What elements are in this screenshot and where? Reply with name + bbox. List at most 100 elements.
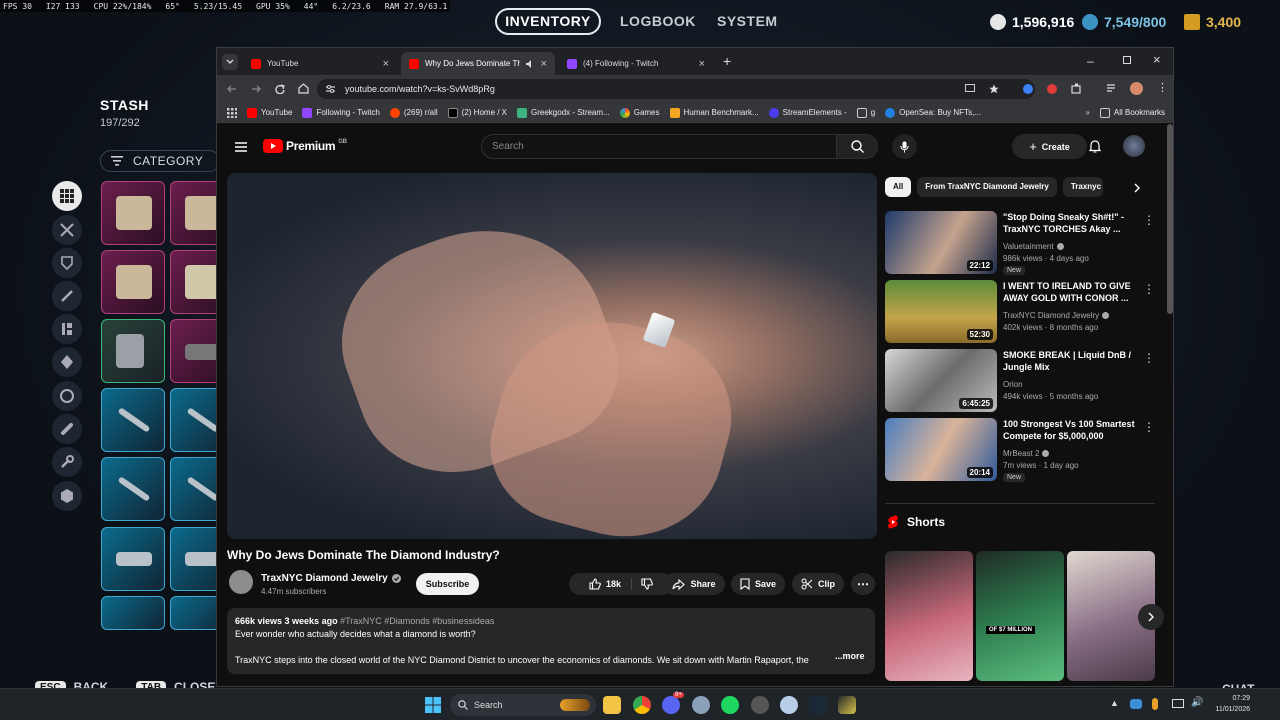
recommendation-item[interactable]: 20:14 100 Strongest Vs 100 Smartest Comp… <box>885 418 1155 482</box>
tray-app-icon[interactable] <box>1130 699 1142 709</box>
close-tab-icon[interactable]: × <box>699 58 705 70</box>
forward-arrow-icon[interactable] <box>251 84 261 94</box>
stash-slot[interactable] <box>101 250 165 314</box>
recommendation-item[interactable]: 22:12 "Stop Doing Sneaky Sh#t!" - TraxNY… <box>885 211 1155 275</box>
stash-slot[interactable] <box>101 527 165 591</box>
microphone-icon[interactable] <box>1152 698 1158 710</box>
app-icon[interactable] <box>751 696 769 714</box>
close-tab-icon[interactable]: × <box>541 58 547 70</box>
rec-menu-icon[interactable]: ⋮ <box>1143 282 1155 296</box>
system-clock[interactable]: 07:29 11/01/2026 <box>1190 693 1250 715</box>
shorts-next-button[interactable] <box>1138 604 1164 630</box>
bookmark-star-icon[interactable] <box>989 84 999 94</box>
home-icon[interactable] <box>298 83 309 94</box>
bookmark-youtube[interactable]: YouTube <box>247 107 292 118</box>
short-thumbnail[interactable]: OF $7 MILLION <box>976 551 1064 681</box>
bookmark-x[interactable]: (2) Home / X <box>447 107 507 118</box>
tab-search-button[interactable] <box>222 54 238 70</box>
subscribe-button[interactable]: Subscribe <box>416 573 479 595</box>
stash-slot[interactable] <box>101 181 165 245</box>
bookmark-greekgodx[interactable]: Greekgodx - Stream... <box>517 107 610 118</box>
desc-more-link[interactable]: ...more <box>835 651 865 661</box>
short-thumbnail[interactable] <box>885 551 973 681</box>
file-explorer-icon[interactable] <box>603 696 621 714</box>
steam-icon[interactable] <box>809 696 827 714</box>
site-info-icon[interactable] <box>326 85 335 93</box>
taskbar-search[interactable]: Search <box>450 694 596 716</box>
new-tab-icon[interactable]: + <box>723 53 731 69</box>
chevron-right-icon[interactable] <box>1134 183 1141 193</box>
bookmark-opensea[interactable]: OpenSea: Buy NFTs,... <box>885 107 981 118</box>
bookmark-reddit[interactable]: (269) r/all <box>389 107 438 118</box>
stash-slot[interactable] <box>101 596 165 630</box>
category-ammo-icon[interactable] <box>52 314 82 344</box>
search-button[interactable] <box>837 134 878 159</box>
chip-from-channel[interactable]: From TraxNYC Diamond Jewelry <box>917 177 1057 197</box>
page-scrollbar[interactable] <box>1167 124 1173 314</box>
back-arrow-icon[interactable] <box>227 84 237 94</box>
desc-tags[interactable]: #TraxNYC #Diamonds #businessideas <box>340 616 494 626</box>
hamburger-menu-icon[interactable] <box>235 142 247 152</box>
recommendation-item[interactable]: 6:45:25 SMOKE BREAK | Liquid DnB / Jungl… <box>885 349 1155 413</box>
extension-record-icon[interactable] <box>1047 84 1057 94</box>
category-attachments-icon[interactable] <box>52 381 82 411</box>
maximize-icon[interactable] <box>1123 56 1131 64</box>
extensions-puzzle-icon[interactable] <box>1071 83 1082 94</box>
category-medical-icon[interactable] <box>52 414 82 444</box>
category-tools-icon[interactable] <box>52 215 82 245</box>
speaker-icon[interactable] <box>526 59 535 68</box>
category-materials-icon[interactable] <box>52 481 82 511</box>
clip-button[interactable]: Clip <box>792 573 844 595</box>
youtube-logo[interactable]: Premium GB <box>263 139 347 153</box>
stash-slot[interactable] <box>101 388 165 452</box>
menu-kebab-icon[interactable]: ⋮ <box>1157 81 1168 94</box>
video-description[interactable]: 666k views 3 weeks ago #TraxNYC #Diamond… <box>227 608 875 674</box>
stash-slot[interactable] <box>101 319 165 383</box>
category-weapons-icon[interactable] <box>52 281 82 311</box>
channel-avatar[interactable] <box>229 570 253 594</box>
video-thumbnail[interactable]: 6:45:25 <box>885 349 997 412</box>
all-bookmarks[interactable]: All Bookmarks <box>1099 107 1165 118</box>
close-window-icon[interactable]: × <box>1153 52 1161 67</box>
media-controls-icon[interactable] <box>1107 83 1118 94</box>
discord-icon[interactable] <box>662 696 680 714</box>
bookmark-human-benchmark[interactable]: Human Benchmark... <box>669 107 759 118</box>
profile-avatar[interactable] <box>1130 82 1143 95</box>
tab-logbook[interactable]: LOGBOOK <box>620 8 696 35</box>
tray-overflow-icon[interactable]: ▲ <box>1110 698 1119 708</box>
create-button[interactable]: + Create <box>1012 134 1087 159</box>
chip-all[interactable]: All <box>885 177 912 197</box>
account-avatar[interactable] <box>1123 135 1145 157</box>
app-c-icon[interactable] <box>780 696 798 714</box>
browser-tab-active[interactable]: Why Do Jews Dominate The × <box>401 52 555 75</box>
browser-tab[interactable]: (4) Following - Twitch × <box>559 52 713 75</box>
tab-system[interactable]: SYSTEM <box>717 8 778 35</box>
minimize-icon[interactable]: – <box>1087 54 1094 68</box>
category-all-icon[interactable] <box>52 181 82 211</box>
video-thumbnail[interactable]: 22:12 <box>885 211 997 274</box>
settings-gear-icon[interactable] <box>692 696 710 714</box>
chip-traxnyc[interactable]: Traxnyc <box>1062 177 1103 197</box>
windows-start-icon[interactable] <box>425 697 441 713</box>
category-wrench-icon[interactable] <box>52 447 82 477</box>
category-mods-icon[interactable] <box>52 347 82 377</box>
bookmark-streamelements[interactable]: StreamElements - <box>768 107 847 118</box>
close-tab-icon[interactable]: × <box>383 58 389 70</box>
game-app-icon[interactable] <box>838 696 856 714</box>
notifications-bell-icon[interactable] <box>1089 140 1101 153</box>
browser-tab[interactable]: YouTube × <box>243 52 397 75</box>
extension-icon[interactable] <box>1023 84 1033 94</box>
more-actions-icon[interactable]: ⋯ <box>851 573 875 595</box>
category-filter-button[interactable]: CATEGORY <box>100 150 220 172</box>
bookmark-twitch[interactable]: Following - Twitch <box>302 107 380 118</box>
share-button[interactable]: Share <box>663 573 725 595</box>
video-thumbnail[interactable]: 52:30 <box>885 280 997 343</box>
bookmark-folder-g[interactable]: g <box>856 107 875 118</box>
video-player[interactable] <box>227 173 877 539</box>
network-icon[interactable] <box>1172 699 1184 708</box>
bookmark-games[interactable]: Games <box>619 107 660 118</box>
reload-icon[interactable] <box>275 84 285 94</box>
channel-name[interactable]: TraxNYC Diamond Jewelry <box>261 573 401 584</box>
video-thumbnail[interactable]: 20:14 <box>885 418 997 481</box>
install-app-icon[interactable] <box>965 84 975 94</box>
